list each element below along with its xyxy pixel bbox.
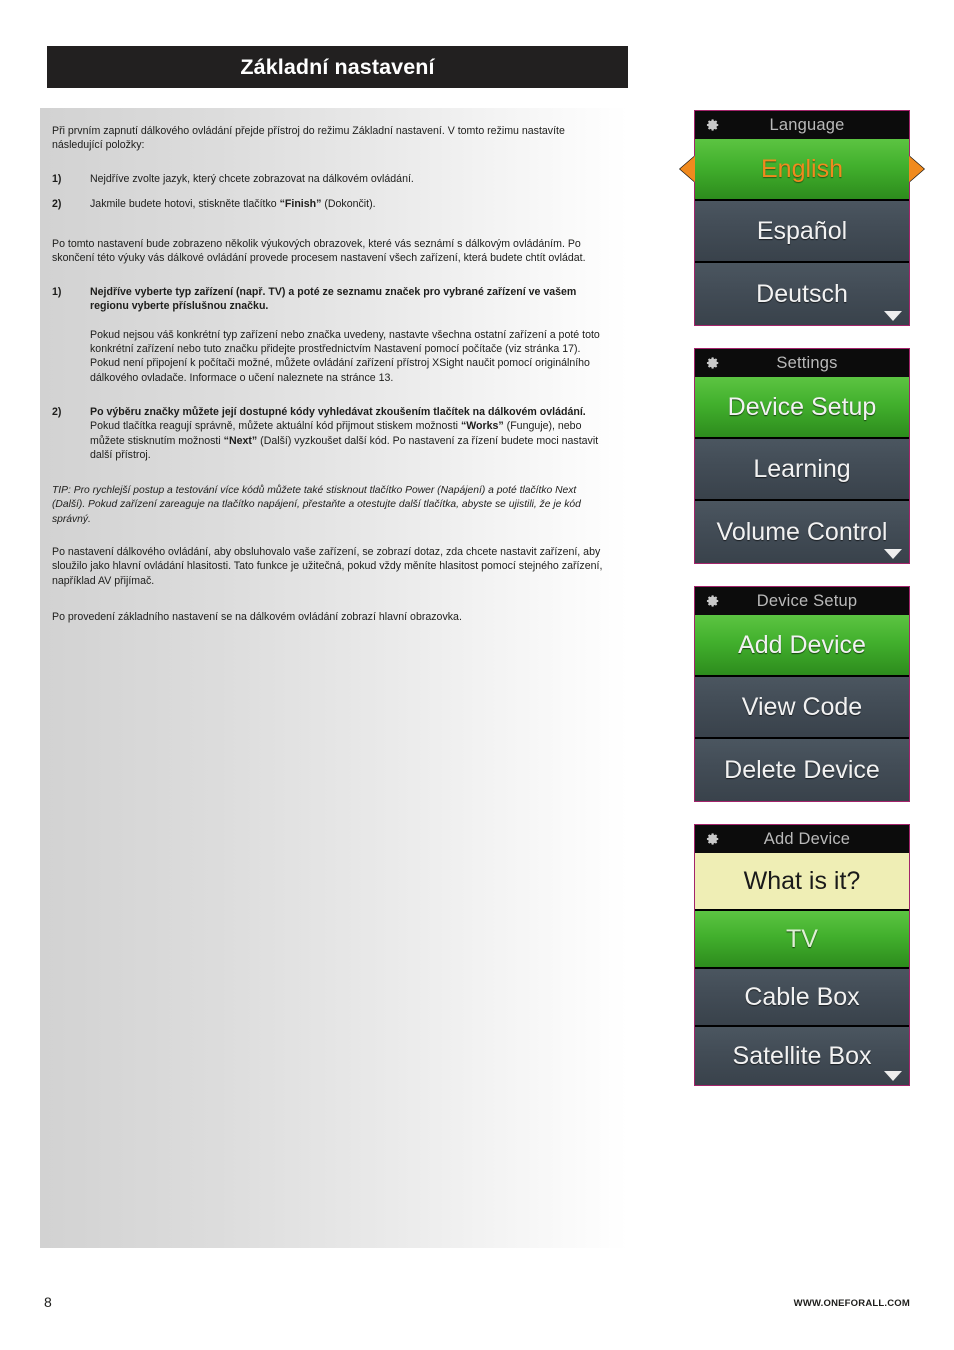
menu-item-label: View Code — [741, 692, 863, 721]
list-item-text: Nejdříve zvolte jazyk, který chcete zobr… — [90, 173, 414, 186]
list-item: 2) Jakmile budete hotovi, stiskněte tlač… — [52, 197, 606, 211]
website-url: WWW.ONEFORALL.COM — [793, 1298, 910, 1309]
gear-icon — [706, 833, 719, 845]
screen-rows: Add Device View Code Delete Device — [695, 615, 909, 801]
screen-rows: English Español Deutsch — [680, 139, 924, 325]
paragraph-volume: Po nastavení dálkového ovládání, aby obs… — [52, 546, 603, 587]
menu-item-device-setup[interactable]: Device Setup — [695, 377, 909, 439]
menu-item-what-is-it[interactable]: What is it? — [695, 853, 909, 911]
tip-paragraph: TIP: Pro rychlejší postup a testování ví… — [52, 485, 581, 525]
screen-header-label: Add Device — [763, 829, 851, 848]
screen-header-label: Language — [769, 115, 845, 134]
remote-screen-add-device: Add Device What is it? TV Cable Box Sate… — [694, 824, 910, 1086]
screen-header: Device Setup — [695, 587, 909, 615]
menu-item-view-code[interactable]: View Code — [695, 677, 909, 739]
content-panel: Při prvním zapnutí dálkového ovládání př… — [40, 108, 628, 1248]
menu-item-satellite-box[interactable]: Satellite Box — [695, 1027, 909, 1085]
menu-item-espanol[interactable]: Español — [695, 201, 909, 263]
menu-item-volume-control[interactable]: Volume Control — [695, 501, 909, 563]
menu-item-deutsch[interactable]: Deutsch — [695, 263, 909, 325]
gear-icon — [706, 595, 719, 607]
menu-item-label: TV — [786, 924, 818, 953]
screen-rows: Device Setup Learning Volume Control — [695, 377, 909, 563]
list-item-number: 1) — [52, 286, 62, 299]
menu-item-label: Device Setup — [727, 392, 877, 421]
bold-fragment: “Works” — [460, 420, 504, 433]
scroll-down-icon[interactable] — [884, 311, 902, 321]
bold-fragment: Po výběru značky můžete její dostupné kó… — [90, 406, 586, 419]
bold-fragment: Nejdříve vyberte typ zařízení (např. TV)… — [90, 286, 577, 313]
menu-item-add-device[interactable]: Add Device — [695, 615, 909, 677]
gear-icon — [706, 357, 719, 369]
menu-item-english[interactable]: English — [680, 139, 924, 201]
remote-screen-language: Language English Español Deutsch — [680, 110, 924, 326]
bold-fragment: “Next” — [223, 434, 258, 447]
list-item: 1) Nejdříve zvolte jazyk, který chcete z… — [52, 172, 606, 186]
menu-item-label: Delete Device — [724, 755, 880, 784]
page-title-bar: Základní nastavení — [47, 46, 628, 88]
screen-header: Language — [695, 111, 909, 139]
list-item-number: 2) — [52, 197, 62, 210]
screen-header: Add Device — [695, 825, 909, 853]
list-item-text: Jakmile budete hotovi, stiskněte tlačítk… — [90, 197, 606, 211]
text-fragment: Jakmile budete hotovi, stiskněte tlačítk… — [90, 197, 280, 210]
menu-item-label: Add Device — [738, 630, 866, 659]
page-title: Základní nastavení — [240, 54, 435, 79]
list-item-detail: Pokud nejsou váš konkrétní typ zařízení … — [90, 328, 600, 384]
menu-item-label: Volume Control — [716, 517, 888, 546]
screen-header-label: Settings — [776, 353, 838, 372]
menu-item-label: Deutsch — [756, 279, 848, 308]
menu-item-label: What is it? — [743, 866, 861, 895]
menu-item-delete-device[interactable]: Delete Device — [695, 739, 909, 801]
screen-rows: What is it? TV Cable Box Satellite Box — [695, 853, 909, 1085]
screen-header-label: Device Setup — [756, 591, 858, 610]
list-item-number: 2) — [52, 406, 62, 419]
text-fragment: (Dokončit). — [321, 197, 376, 210]
list-item-text: Po výběru značky můžete její dostupné kó… — [90, 405, 606, 462]
remote-screen-device-setup: Device Setup Add Device View Code Delete… — [694, 586, 910, 802]
menu-item-label: Cable Box — [744, 982, 860, 1011]
remote-screen-settings: Settings Device Setup Learning Volume Co… — [694, 348, 910, 564]
list-item-number: 1) — [52, 173, 62, 186]
menu-item-label: English — [761, 154, 843, 183]
page-number: 8 — [44, 1294, 52, 1310]
screen-header: Settings — [695, 349, 909, 377]
gear-icon — [706, 119, 719, 131]
paragraph-training: Po tomto nastavení bude zobrazeno několi… — [52, 237, 586, 265]
list-item-text: Nejdříve vyberte typ zařízení (např. TV)… — [90, 285, 606, 313]
menu-item-learning[interactable]: Learning — [695, 439, 909, 501]
menu-item-label: Español — [756, 216, 848, 245]
menu-item-tv[interactable]: TV — [695, 911, 909, 969]
paragraph-home-screen: Po provedení základního nastavení se na … — [52, 610, 462, 623]
list-item: 2) Po výběru značky můžete její dostupné… — [52, 405, 606, 462]
scroll-down-icon[interactable] — [884, 549, 902, 559]
scroll-down-icon[interactable] — [884, 1071, 902, 1081]
right-arrow-icon — [909, 156, 924, 182]
menu-item-label: Satellite Box — [732, 1041, 872, 1070]
left-arrow-icon — [680, 156, 695, 182]
menu-item-label: Learning — [753, 454, 851, 483]
bold-fragment: “Finish” — [279, 197, 322, 210]
list-item: 1) Nejdříve vyberte typ zařízení (např. … — [52, 285, 606, 313]
intro-paragraph: Při prvním zapnutí dálkového ovládání př… — [52, 125, 565, 152]
remote-screens-column: Language English Español Deutsch Setting… — [680, 110, 924, 1108]
text-fragment: Pokud tlačítka reagují správně, můžete a… — [90, 420, 461, 433]
menu-item-cable-box[interactable]: Cable Box — [695, 969, 909, 1027]
